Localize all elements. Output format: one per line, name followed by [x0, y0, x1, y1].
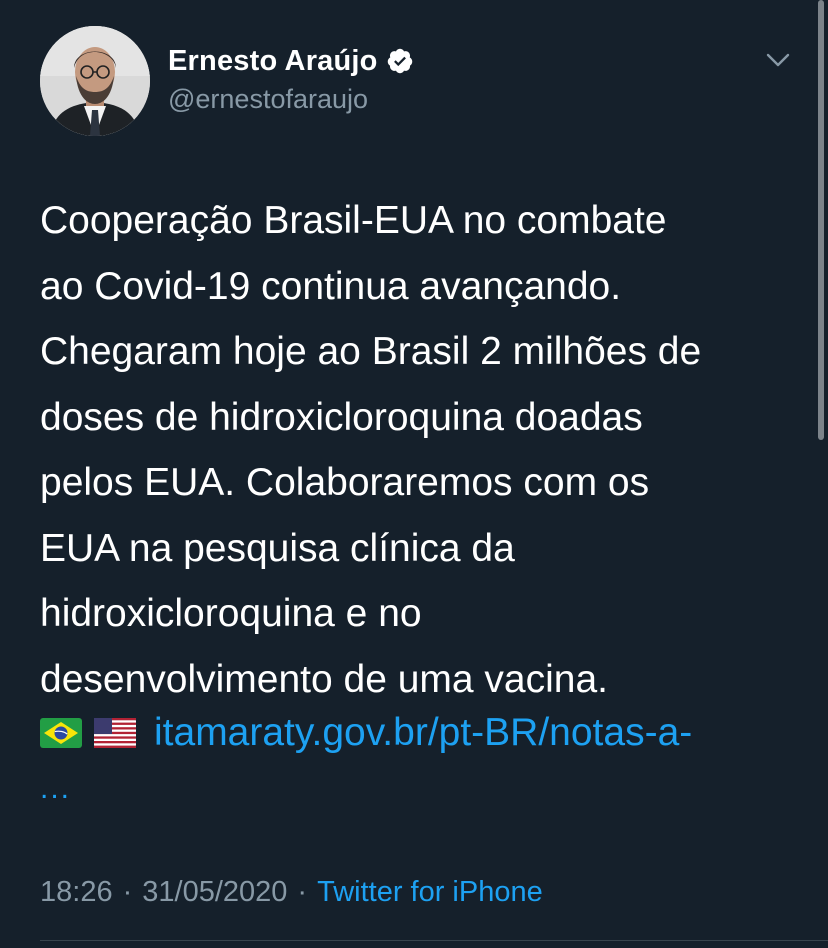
divider — [40, 940, 828, 941]
avatar[interactable] — [40, 26, 150, 136]
tweet-link[interactable]: itamaraty.gov.br/pt-BR/notas-a- — [154, 711, 692, 755]
display-name[interactable]: Ernesto Araújo — [168, 45, 378, 78]
tweet-detail: Ernesto Araújo @ernestofaraujo Cooperaçã… — [0, 0, 828, 948]
tweet-time[interactable]: 18:26 — [40, 876, 113, 909]
tweet-date[interactable]: 31/05/2020 — [142, 876, 287, 909]
scrollbar[interactable] — [818, 0, 824, 440]
meta-separator: · — [122, 876, 133, 908]
us-flag-icon — [94, 718, 136, 748]
tweet-link-line: itamaraty.gov.br/pt-BR/notas-a- — [40, 700, 692, 766]
tweet-source[interactable]: Twitter for iPhone — [317, 876, 543, 909]
verified-badge-icon — [386, 47, 414, 75]
brazil-flag-icon — [40, 718, 82, 748]
meta-separator: · — [297, 876, 308, 908]
name-row[interactable]: Ernesto Araújo — [168, 42, 414, 80]
tweet-meta: 18:26 · 31/05/2020 · Twitter for iPhone — [40, 876, 543, 909]
tweet-text: Cooperação Brasil-EUA no combate ao Covi… — [40, 199, 702, 701]
user-handle[interactable]: @ernestofaraujo — [168, 84, 368, 115]
chevron-down-icon[interactable] — [762, 48, 794, 72]
link-ellipsis[interactable]: ... — [40, 772, 71, 806]
